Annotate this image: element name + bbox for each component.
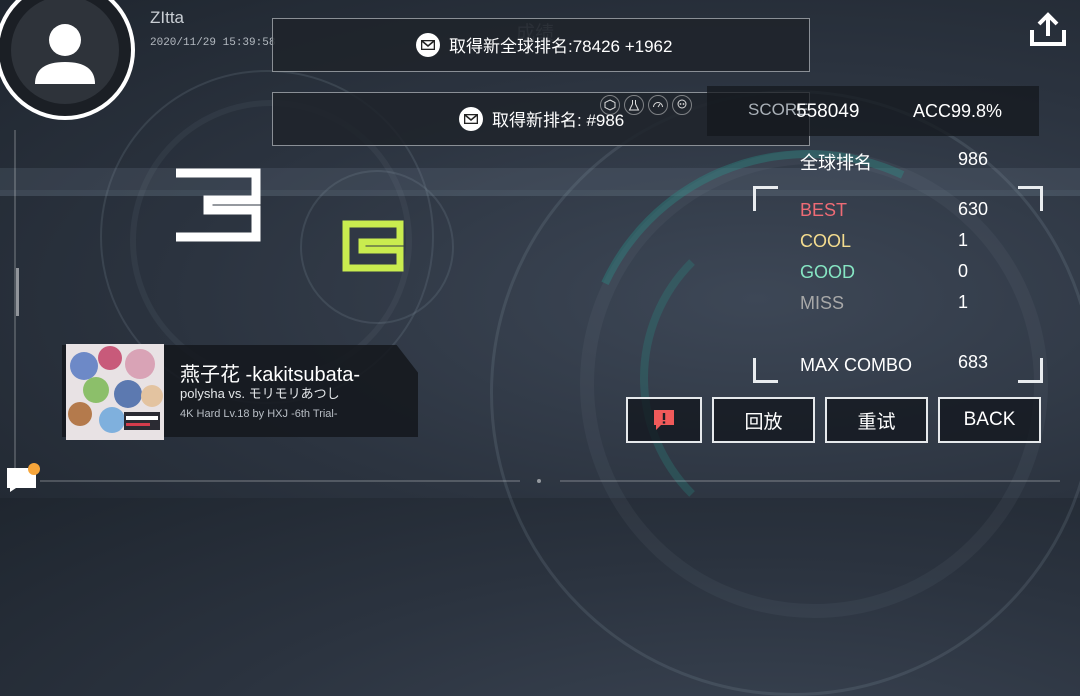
stats-bracket-bottom-right: [1018, 358, 1043, 383]
miss-label: MISS: [800, 293, 845, 313]
background-arc: [640, 210, 976, 546]
notification-dot: [28, 463, 40, 475]
frame-line-bottom: [40, 480, 520, 482]
user-icon: [35, 24, 95, 84]
best-value: 630: [958, 199, 989, 219]
stats-bracket-bottom-left: [753, 358, 778, 383]
replay-button[interactable]: 回放: [712, 397, 815, 443]
mail-icon: [459, 106, 483, 131]
cool-value: 1: [958, 230, 969, 250]
retry-button[interactable]: 重试: [825, 397, 928, 443]
cube-mod-icon: [600, 95, 620, 115]
report-button[interactable]: [626, 397, 702, 443]
frame-line-left-accent: [16, 268, 19, 316]
user-name: ZItta: [150, 8, 185, 27]
score-value: 558049: [796, 101, 860, 122]
mail-icon: [416, 32, 440, 57]
stats-bracket-top-right: [1018, 186, 1043, 211]
cool-label: COOL: [800, 231, 852, 251]
global-rank-value: 986: [958, 149, 989, 169]
accuracy-label: ACC.: [913, 101, 957, 121]
back-button[interactable]: BACK: [938, 397, 1041, 443]
best-label: BEST: [800, 200, 848, 220]
max-combo-label: MAX COMBO: [800, 355, 913, 375]
song-difficulty: 4K Hard Lv.18 by HXJ -6th Trial-: [180, 408, 338, 420]
avatar-placeholder: [11, 0, 119, 104]
max-combo-value: 683: [958, 352, 989, 372]
stats-bracket-top-left: [753, 186, 778, 211]
frame-dot: [537, 479, 541, 483]
good-value: 0: [958, 261, 969, 281]
share-icon[interactable]: [1026, 12, 1070, 50]
mod-icons: [600, 95, 692, 115]
global-rank-banner-text: 取得新全球排名:78426 +1962: [449, 37, 673, 56]
gauge-mod-icon: [648, 95, 668, 115]
global-rank-banner-content: 取得新全球排名:78426 +1962: [416, 32, 672, 57]
global-rank-label: 全球排名: [800, 153, 872, 173]
song-cover-art: [66, 344, 164, 440]
good-label: GOOD: [800, 262, 856, 282]
song-artist: polysha vs. モリモリあつし: [180, 386, 340, 401]
chat-icon[interactable]: [6, 462, 40, 492]
frame-line-bottom-right: [560, 480, 1060, 482]
accuracy-value: 99.8%: [951, 101, 1003, 121]
grade-letter-graphic: [342, 220, 404, 272]
rank-digit-graphic: [176, 168, 261, 242]
alert-icon: [654, 410, 674, 430]
skull-mod-icon: [672, 95, 692, 115]
flask-mod-icon: [624, 95, 644, 115]
play-timestamp: 2020/11/29 15:39:58: [150, 37, 276, 49]
miss-value: 1: [958, 292, 969, 312]
avatar[interactable]: [0, 0, 135, 120]
